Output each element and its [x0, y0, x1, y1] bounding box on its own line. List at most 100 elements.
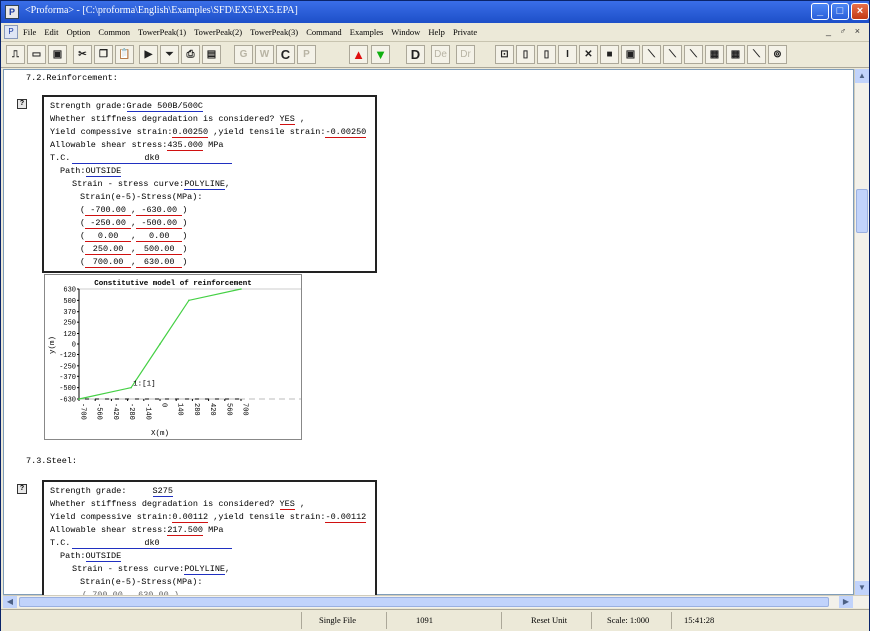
menu-towerpeak-1[interactable]: TowerPeak(1): [138, 27, 186, 37]
stress-value[interactable]: 0.00: [136, 231, 183, 242]
menu-option[interactable]: Option: [67, 27, 91, 37]
cut-icon[interactable]: ✂: [73, 45, 92, 64]
scroll-left-arrow[interactable]: ◀: [3, 596, 17, 608]
document-area[interactable]: 7.2.Reinforcement: ? Strength grade:Grad…: [3, 69, 854, 600]
chart-icon[interactable]: ⎍: [6, 45, 25, 64]
y-tick-label: 500: [63, 298, 76, 306]
dr-button[interactable]: Dr: [456, 45, 475, 64]
paste-icon[interactable]: 📋: [115, 45, 134, 64]
tool-icon[interactable]: ■: [600, 45, 619, 64]
menu-window[interactable]: Window: [391, 27, 420, 37]
select-icon[interactable]: ⊡: [495, 45, 514, 64]
strength-grade-value[interactable]: S275: [152, 486, 173, 497]
delete-icon[interactable]: ✕: [579, 45, 598, 64]
tc-value[interactable]: dk0: [72, 153, 232, 164]
path-value[interactable]: OUTSIDE: [85, 551, 122, 562]
arrow-down-icon[interactable]: ▼: [371, 45, 390, 64]
strain-value[interactable]: 250.00: [85, 244, 132, 255]
tool-icon[interactable]: ⊚: [768, 45, 787, 64]
scroll-thumb[interactable]: [19, 597, 829, 607]
scroll-down-arrow[interactable]: ▼: [855, 581, 869, 595]
chart-title: Constitutive model of reinforcement: [94, 280, 252, 288]
curve-type-value[interactable]: POLYLINE: [184, 179, 226, 190]
x-tick-label: -140: [143, 403, 151, 420]
menu-file[interactable]: File: [23, 27, 36, 37]
print-icon[interactable]: ⎙: [181, 45, 200, 64]
path-value[interactable]: OUTSIDE: [85, 166, 122, 177]
tool-icon[interactable]: ▯: [537, 45, 556, 64]
line-icon[interactable]: ⟍: [747, 45, 766, 64]
title-bar[interactable]: P <Proforma> - [C:\proforma\English\Exam…: [1, 1, 869, 23]
menu-help[interactable]: Help: [428, 27, 445, 37]
help-icon[interactable]: ?: [17, 99, 27, 109]
slash-icon[interactable]: ⟍: [642, 45, 661, 64]
de-button[interactable]: De: [431, 45, 450, 64]
stress-value[interactable]: -500.00: [136, 218, 183, 229]
arrow-up-icon[interactable]: ▲: [349, 45, 368, 64]
stiffness-value[interactable]: YES: [279, 499, 295, 510]
tool-icon[interactable]: ▦: [726, 45, 745, 64]
step-icon[interactable]: ⏷: [160, 45, 179, 64]
menu-private[interactable]: Private: [453, 27, 477, 37]
tensile-strain-value[interactable]: -0.00250: [325, 127, 367, 138]
maximize-button[interactable]: □: [831, 3, 849, 20]
strain-value[interactable]: 0.00: [85, 231, 132, 242]
slash-icon[interactable]: ⟍: [684, 45, 703, 64]
strain-value[interactable]: 700.00: [85, 257, 132, 268]
tool-icon[interactable]: ▦: [705, 45, 724, 64]
tool-icon[interactable]: ▣: [621, 45, 640, 64]
run-icon[interactable]: ▶: [139, 45, 158, 64]
scroll-thumb[interactable]: [856, 189, 868, 233]
strain-value[interactable]: -250.00: [85, 218, 132, 229]
c-button[interactable]: C: [276, 45, 295, 64]
stress-value[interactable]: 630.00: [136, 257, 183, 268]
menu-command[interactable]: Command: [306, 27, 341, 37]
scroll-right-arrow[interactable]: ▶: [839, 596, 853, 608]
compressive-strain-value[interactable]: 0.00250: [172, 127, 209, 138]
vertical-scrollbar[interactable]: ▲ ▼: [854, 69, 869, 595]
y-axis-label: y(m): [49, 336, 57, 354]
tc-value[interactable]: dk0: [72, 538, 232, 549]
strength-grade-value[interactable]: Grade 500B/500C: [126, 101, 204, 112]
menu-edit[interactable]: Edit: [44, 27, 58, 37]
table-row: (-700.00, -630.00): [80, 205, 187, 216]
text-icon[interactable]: I: [558, 45, 577, 64]
w-button[interactable]: W: [255, 45, 274, 64]
table-row: (-250.00, -500.00): [80, 218, 187, 229]
menu-examples[interactable]: Examples: [350, 27, 384, 37]
horizontal-scrollbar[interactable]: ◀ ▶: [3, 595, 869, 608]
param-label: Yield compessive strain:: [50, 512, 173, 522]
document-icon[interactable]: P: [4, 25, 18, 39]
preview-icon[interactable]: ▤: [202, 45, 221, 64]
copy-icon[interactable]: ❐: [94, 45, 113, 64]
menu-towerpeak-2[interactable]: TowerPeak(2): [194, 27, 242, 37]
help-icon[interactable]: ?: [17, 484, 27, 494]
shear-stress-value[interactable]: 435.000: [167, 140, 204, 151]
close-button[interactable]: ×: [851, 3, 869, 20]
menu-towerpeak-3[interactable]: TowerPeak(3): [250, 27, 298, 37]
stress-value[interactable]: -630.00: [136, 205, 183, 216]
stiffness-value[interactable]: YES: [279, 114, 295, 125]
tensile-strain-value[interactable]: -0.00112: [325, 512, 367, 523]
proforma-icon[interactable]: P: [5, 5, 19, 19]
param-label: T.C.: [50, 153, 71, 163]
curve-type-value[interactable]: POLYLINE: [184, 564, 226, 575]
table-row: (250.00, 500.00): [80, 244, 187, 255]
slash-icon[interactable]: ⟍: [663, 45, 682, 64]
stress-value[interactable]: 500.00: [136, 244, 183, 255]
scroll-up-arrow[interactable]: ▲: [855, 69, 869, 83]
p-button[interactable]: P: [297, 45, 316, 64]
strain-value[interactable]: -700.00: [85, 205, 132, 216]
mdi-controls[interactable]: _ ♂ ×: [826, 26, 863, 36]
minimize-button[interactable]: _: [811, 3, 829, 20]
d-button[interactable]: D: [406, 45, 425, 64]
application-window: P <Proforma> - [C:\proforma\English\Exam…: [0, 0, 870, 631]
open-folder-icon[interactable]: ▭: [27, 45, 46, 64]
compressive-strain-value[interactable]: 0.00112: [172, 512, 209, 523]
save-icon[interactable]: ▣: [48, 45, 67, 64]
tool-icon[interactable]: ▯: [516, 45, 535, 64]
g-button[interactable]: G: [234, 45, 253, 64]
menu-common[interactable]: Common: [98, 27, 130, 37]
shear-stress-value[interactable]: 217.500: [167, 525, 204, 536]
paren: ): [182, 231, 188, 241]
